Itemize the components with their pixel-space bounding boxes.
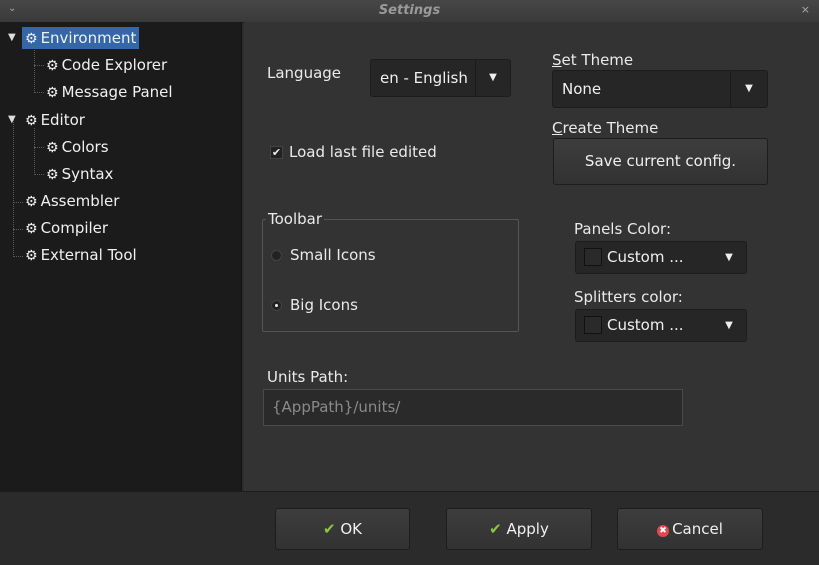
tree-item-editor[interactable]: ⚙ Editor	[22, 109, 88, 131]
ok-button[interactable]: ✔ OK	[275, 508, 410, 550]
theme-select[interactable]: None ▼	[552, 70, 768, 108]
environment-settings-panel: Language en - English ▼ Set Theme None ▼…	[244, 22, 819, 491]
tree-guide-line	[34, 128, 35, 175]
tree-item-colors[interactable]: ⚙ Colors	[43, 136, 112, 158]
gear-icon: ⚙	[25, 194, 38, 210]
chevron-down-icon[interactable]: ▼	[730, 71, 767, 107]
big-icons-radio[interactable]	[271, 300, 282, 311]
units-path-label: Units Path:	[267, 368, 349, 386]
gear-icon: ⚙	[25, 113, 38, 129]
tree-item-message-panel[interactable]: ⚙ Message Panel	[43, 81, 176, 103]
tree-item-label: Compiler	[40, 219, 109, 237]
expand-arrow-icon[interactable]: ▼	[8, 32, 16, 43]
tree-item-label: Message Panel	[61, 83, 173, 101]
window-title: Settings	[378, 3, 441, 18]
set-theme-label: Set Theme	[552, 51, 634, 69]
create-theme-label: Create Theme	[552, 119, 659, 137]
splitters-color-label: Splitters color:	[574, 288, 683, 306]
dialog-button-bar: ✔ OK ✔ Apply ✖ Cancel	[0, 491, 819, 565]
apply-label: Apply	[506, 520, 549, 538]
check-icon: ✔	[489, 520, 502, 538]
apply-button[interactable]: ✔ Apply	[446, 508, 592, 550]
ok-label: OK	[340, 520, 362, 538]
splitters-color-value: Custom ...	[607, 316, 684, 334]
panels-color-select[interactable]: Custom ... ▼	[575, 241, 747, 274]
close-icon[interactable]: ×	[801, 3, 810, 16]
language-value: en - English	[380, 69, 468, 87]
gear-icon: ⚙	[46, 58, 59, 74]
chevron-down-icon[interactable]: ▼	[475, 60, 510, 96]
tree-item-label: Assembler	[40, 192, 120, 210]
settings-category-tree: ▼ ⚙ Environment ⚙ Code Explorer ⚙ Message P…	[0, 22, 242, 491]
chevron-down-icon[interactable]: ▼	[712, 310, 746, 341]
toolbar-groupbox	[262, 219, 519, 332]
check-icon: ✔	[322, 520, 336, 538]
language-label: Language	[267, 64, 342, 82]
small-icons-radio[interactable]	[271, 250, 282, 261]
tree-item-label: Editor	[40, 111, 85, 129]
chevron-down-icon[interactable]: ▼	[712, 242, 746, 273]
cancel-label: Cancel	[672, 520, 723, 538]
gear-icon: ⚙	[46, 140, 59, 156]
load-last-file-label: Load last file edited	[289, 143, 437, 161]
tree-item-label: Syntax	[61, 165, 114, 183]
tree-item-assembler[interactable]: ⚙ Assembler	[22, 190, 122, 212]
gear-icon: ⚙	[25, 221, 38, 237]
splitters-color-select[interactable]: Custom ... ▼	[575, 309, 747, 342]
cancel-button[interactable]: ✖ Cancel	[617, 508, 763, 550]
tree-guide-line	[34, 46, 35, 93]
big-icons-label: Big Icons	[290, 296, 358, 314]
tree-item-label: Code Explorer	[61, 56, 168, 74]
tree-item-label: External Tool	[40, 246, 137, 264]
toolbar-groupbox-title: Toolbar	[266, 210, 325, 228]
gear-icon: ⚙	[25, 248, 38, 264]
tree-item-external-tool[interactable]: ⚙ External Tool	[22, 244, 140, 266]
tree-guide-line	[13, 119, 14, 257]
gear-icon: ⚙	[46, 167, 59, 183]
load-last-file-checkbox[interactable]: ✔	[270, 146, 283, 159]
tree-item-syntax[interactable]: ⚙ Syntax	[43, 163, 116, 185]
gear-icon: ⚙	[46, 85, 59, 101]
save-current-config-button[interactable]: Save current config.	[553, 138, 768, 185]
gear-icon: ⚙	[25, 31, 38, 47]
color-swatch	[584, 316, 602, 334]
tree-item-code-explorer[interactable]: ⚙ Code Explorer	[43, 54, 170, 76]
theme-value: None	[562, 80, 602, 98]
panels-color-value: Custom ...	[607, 248, 684, 266]
tree-item-label: Environment	[40, 29, 137, 47]
panels-color-label: Panels Color:	[574, 220, 672, 238]
tree-item-label: Colors	[61, 138, 109, 156]
title-bar: ⌄ Settings ×	[0, 0, 819, 23]
color-swatch	[584, 248, 602, 266]
language-select[interactable]: en - English ▼	[370, 59, 511, 97]
tree-item-compiler[interactable]: ⚙ Compiler	[22, 217, 111, 239]
tree-item-environment[interactable]: ⚙ Environment	[22, 27, 140, 49]
expand-arrow-icon[interactable]: ▼	[8, 114, 16, 125]
cancel-icon: ✖	[657, 525, 670, 537]
small-icons-label: Small Icons	[290, 246, 376, 264]
units-path-input[interactable]: {AppPath}/units/	[263, 389, 683, 426]
